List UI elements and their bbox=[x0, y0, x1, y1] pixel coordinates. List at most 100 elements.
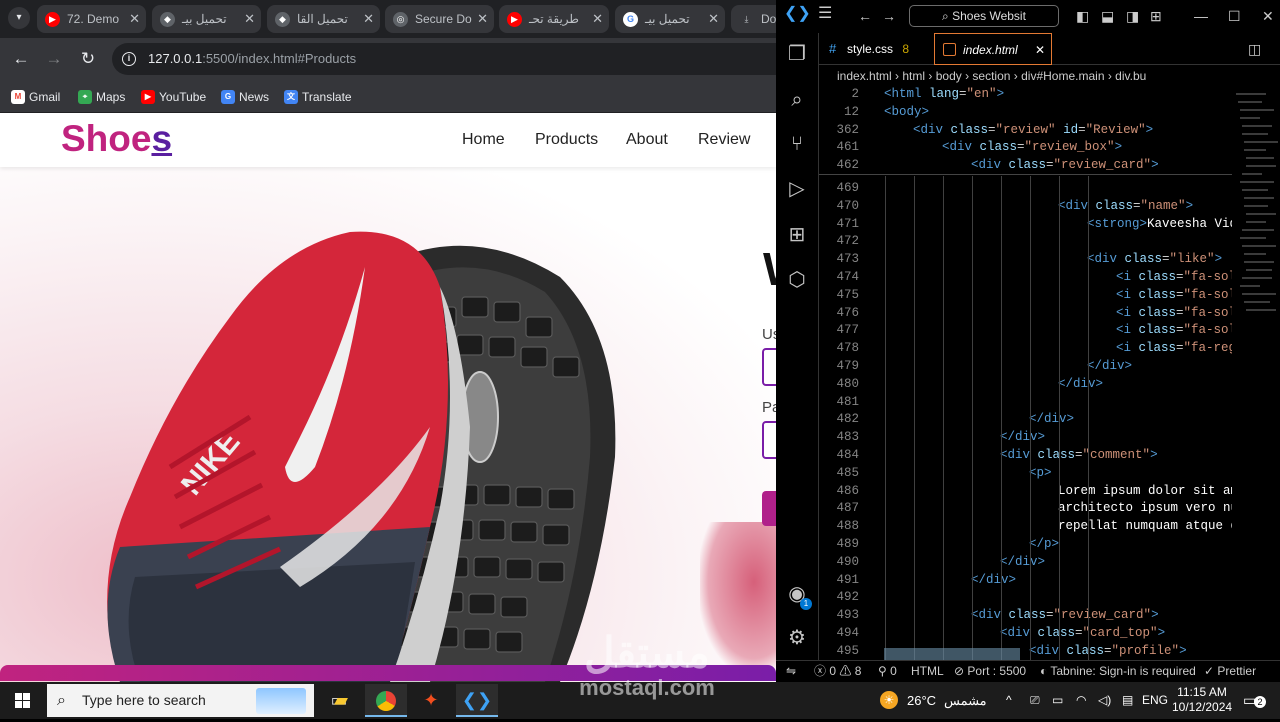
username-input[interactable] bbox=[762, 348, 776, 386]
nav-forward-icon[interactable]: → bbox=[882, 7, 896, 25]
code-line[interactable]: <div class="like"> bbox=[1087, 252, 1232, 266]
sticky-code-line[interactable]: <html lang="en"> bbox=[884, 87, 1232, 101]
browser-tab[interactable]: ▶ طريقة تحـ ✕ bbox=[499, 5, 609, 33]
site-logo[interactable]: Shoes bbox=[61, 118, 172, 160]
bookmark-youtube[interactable]: ▶ YouTube bbox=[141, 86, 206, 108]
code-line[interactable]: <i class="fa-sol bbox=[1116, 323, 1232, 337]
code-line[interactable]: <div class="name"> bbox=[1058, 199, 1232, 213]
sticky-code-line[interactable]: <div class="review" id="Review"> bbox=[913, 123, 1232, 137]
bookmark-news[interactable]: G News bbox=[221, 86, 269, 108]
figma-icon[interactable]: ✦ bbox=[410, 684, 452, 717]
extensions-icon[interactable]: ⊞ bbox=[784, 222, 810, 248]
back-button[interactable]: ← bbox=[10, 48, 32, 70]
breadcrumb-item[interactable]: section bbox=[972, 69, 1010, 83]
input-method-icon[interactable]: ▤ bbox=[1122, 682, 1133, 719]
code-line[interactable]: <div class="card_top"> bbox=[1000, 626, 1232, 640]
nav-back-icon[interactable]: ← bbox=[858, 7, 872, 25]
show-hidden-icons-chevron-icon[interactable]: ^ bbox=[1006, 682, 1012, 719]
explorer-icon[interactable]: ❐ bbox=[784, 41, 810, 67]
problems-indicator[interactable]: ⓧ 0 ⚠ 8 bbox=[814, 661, 861, 682]
forward-button[interactable]: → bbox=[43, 48, 65, 70]
prettier-status[interactable]: ✓ Prettier bbox=[1204, 661, 1256, 682]
close-icon[interactable]: ✕ bbox=[244, 5, 255, 33]
code-line[interactable]: <i class="fa-sol bbox=[1116, 270, 1232, 284]
sticky-code-line[interactable]: <div class="review_box"> bbox=[942, 140, 1232, 154]
breadcrumb-item[interactable]: body bbox=[936, 69, 962, 83]
ports-indicator[interactable]: ⚲ 0 bbox=[878, 661, 897, 682]
tab-index-html[interactable]: index.html ✕ bbox=[934, 33, 1052, 65]
source-control-icon[interactable]: ⑂ bbox=[784, 131, 810, 157]
language-mode[interactable]: HTML bbox=[911, 661, 944, 682]
code-line[interactable]: repellat numquam atque de bbox=[1058, 519, 1232, 533]
weather-icon[interactable]: ☀ bbox=[880, 691, 898, 709]
sticky-code-line[interactable]: <div class="review_card"> bbox=[971, 158, 1232, 172]
network-icon[interactable]: ◠ bbox=[1076, 682, 1086, 719]
start-button[interactable] bbox=[0, 682, 45, 719]
code-line[interactable]: Lorem ipsum dolor sit ame bbox=[1058, 484, 1232, 498]
nav-link-home[interactable]: Home bbox=[462, 131, 505, 149]
bookmark-gmail[interactable]: M Gmail bbox=[11, 86, 60, 108]
maximize-icon[interactable]: ☐ bbox=[1228, 7, 1241, 25]
browser-tab[interactable]: ◆ تحميل القا ✕ bbox=[267, 5, 380, 33]
split-editor-icon[interactable]: ◫ bbox=[1248, 41, 1261, 58]
address-bar[interactable]: i 127.0.0.1:5500/index.html#Products bbox=[112, 43, 776, 75]
close-icon[interactable]: ✕ bbox=[363, 5, 374, 33]
sticky-code-line[interactable]: <body> bbox=[884, 105, 1232, 119]
menu-icon[interactable]: ☰ bbox=[818, 5, 832, 23]
meet-now-icon[interactable]: ⎚ bbox=[1030, 682, 1040, 719]
taskbar-search-input[interactable]: ⌕ Type here to search bbox=[47, 684, 314, 717]
site-info-icon[interactable]: i bbox=[122, 52, 136, 66]
volume-icon[interactable]: ◁) bbox=[1098, 682, 1111, 719]
minimap[interactable] bbox=[1232, 87, 1280, 660]
nav-link-products[interactable]: Products bbox=[535, 131, 598, 149]
breadcrumb-item[interactable]: div#Home.main bbox=[1021, 69, 1104, 83]
nav-link-review[interactable]: Review bbox=[698, 131, 750, 149]
bookmark-translate[interactable]: 文 Translate bbox=[284, 86, 352, 108]
browser-tab[interactable]: ⤓ Dov bbox=[731, 5, 776, 33]
battery-icon[interactable]: ▭ bbox=[1052, 682, 1063, 719]
live-server-port[interactable]: ⊘ Port : 5500 bbox=[954, 661, 1026, 682]
code-line[interactable]: <i class="fa-sol bbox=[1116, 306, 1232, 320]
vscode-taskbar-icon[interactable]: ❮❯ bbox=[456, 684, 498, 717]
toggle-sidebar-icon[interactable]: ◧ bbox=[1076, 7, 1089, 25]
remote-indicator-icon[interactable]: ⇋ bbox=[786, 661, 796, 682]
close-icon[interactable]: ✕ bbox=[477, 5, 488, 33]
browser-tab[interactable]: G تحميل بيـ ✕ bbox=[615, 5, 725, 33]
code-line[interactable]: </div> bbox=[971, 573, 1232, 587]
tabnine-status[interactable]: ◐ Tabnine: Sign-in is required bbox=[1040, 661, 1196, 682]
minimize-icon[interactable]: — bbox=[1194, 7, 1208, 25]
code-line[interactable]: <strong>Kaveesha Vid bbox=[1087, 217, 1232, 231]
breadcrumb-item[interactable]: html bbox=[902, 69, 925, 83]
browser-tab[interactable]: ▶ 72. Demo ✕ bbox=[37, 5, 146, 33]
code-line[interactable]: <i class="fa-sol bbox=[1116, 288, 1232, 302]
customize-layout-icon[interactable]: ⊞ bbox=[1150, 7, 1162, 25]
close-icon[interactable]: ✕ bbox=[1035, 34, 1045, 66]
close-icon[interactable]: ✕ bbox=[708, 5, 719, 33]
code-line[interactable]: </div> bbox=[1087, 359, 1232, 373]
weather-temp[interactable]: 26°C bbox=[907, 682, 936, 719]
login-button[interactable] bbox=[762, 491, 776, 526]
close-icon[interactable]: ✕ bbox=[129, 5, 140, 33]
browser-tab[interactable]: ◆ تحميل بيـ ✕ bbox=[152, 5, 261, 33]
toggle-secondary-sidebar-icon[interactable]: ◨ bbox=[1126, 7, 1139, 25]
settings-gear-icon[interactable]: ⚙ bbox=[784, 625, 810, 651]
run-debug-icon[interactable]: ▷ bbox=[784, 176, 810, 202]
remote-explorer-icon[interactable]: ⬡ bbox=[784, 267, 810, 293]
file-explorer-icon[interactable]: ▰ bbox=[320, 684, 362, 717]
chrome-taskbar-icon[interactable] bbox=[365, 684, 407, 717]
password-input[interactable] bbox=[762, 421, 776, 459]
code-line[interactable]: <i class="fa-reg bbox=[1116, 341, 1232, 355]
code-line[interactable]: </div> bbox=[1000, 555, 1232, 569]
code-line[interactable]: <div class="review_card"> bbox=[971, 608, 1232, 622]
tab-search-button[interactable]: ▾ bbox=[8, 7, 30, 29]
breadcrumb-item[interactable]: index.html bbox=[837, 69, 892, 83]
bookmark-maps[interactable]: ⌖ Maps bbox=[78, 86, 125, 108]
tab-style-css[interactable]: # style.css 8 bbox=[819, 33, 934, 65]
code-line[interactable]: </div> bbox=[1058, 377, 1232, 391]
code-line[interactable]: </div> bbox=[1000, 430, 1232, 444]
toggle-panel-icon[interactable]: ⬓ bbox=[1101, 7, 1114, 25]
search-icon[interactable]: ⌕ bbox=[784, 87, 810, 113]
close-icon[interactable]: ✕ bbox=[592, 5, 603, 33]
clock[interactable]: 11:15 AM 10/12/2024 bbox=[1172, 682, 1232, 719]
browser-tab[interactable]: ◎ Secure Do ✕ bbox=[385, 5, 494, 33]
